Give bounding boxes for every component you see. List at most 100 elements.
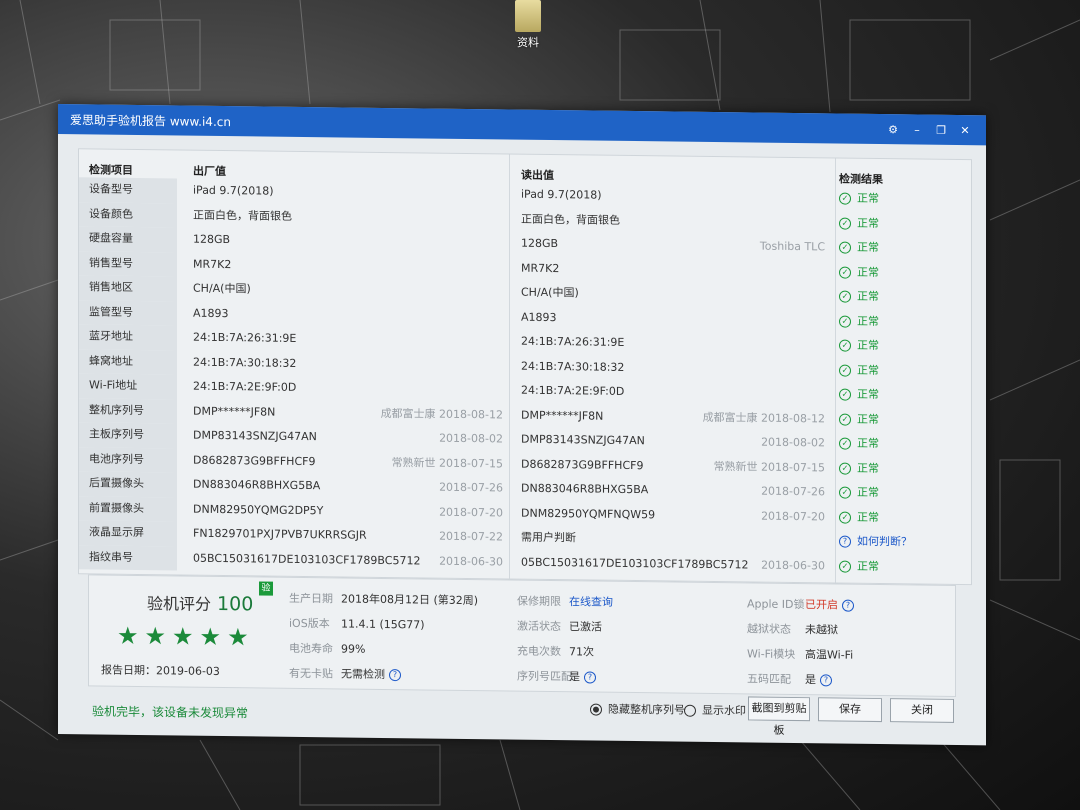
- settings-icon[interactable]: ⚙: [884, 123, 902, 136]
- factory-value: DMP******JF8N: [193, 404, 276, 419]
- result-ok: ✓ 正常: [839, 461, 879, 475]
- score-display: 验机评分 100: [147, 590, 253, 615]
- factory-value: 128GB: [193, 232, 231, 247]
- read-value: D8682873G9BFFHCF9: [521, 457, 644, 472]
- result-text: 正常: [857, 363, 879, 377]
- row-label: 蜂窝地址: [79, 348, 177, 375]
- read-value: 正面白色，背面银色: [521, 212, 620, 227]
- result-text: 正常: [857, 314, 879, 328]
- result-text: 如何判断？: [857, 534, 912, 549]
- summary-panel: 验机评分 100 验 ★★★★★ 报告日期：2019-06-03 生产日期 2018…: [88, 574, 956, 697]
- restore-icon[interactable]: ❐: [932, 123, 950, 136]
- result-cell: ✓ 正常: [839, 187, 879, 211]
- read-extra: 2018-08-02: [761, 435, 825, 450]
- save-button[interactable]: 保存: [818, 697, 882, 723]
- row-label: 监管型号: [79, 299, 177, 326]
- report-window: 爱思助手验机报告 www.i4.cn ⚙ – ❐ ✕ 检测项目 出厂值 读出值 …: [58, 104, 986, 746]
- question-icon[interactable]: ?: [584, 671, 596, 684]
- result-cell: ✓ 正常: [839, 407, 879, 431]
- info-value: 11.4.1 (15G77): [341, 617, 425, 632]
- read-value: DMP******JF8N: [521, 408, 604, 423]
- info-item: 充电次数 71次: [517, 643, 594, 660]
- result-cell: ✓ 正常: [839, 334, 879, 358]
- result-cell: ✓ 正常: [839, 505, 879, 529]
- score-value: 100: [217, 592, 254, 616]
- factory-extra: [379, 181, 503, 183]
- result-text: 正常: [857, 485, 879, 500]
- info-key: 激活状态: [517, 619, 561, 634]
- read-extra: 成都富士康 2018-08-12: [702, 410, 825, 425]
- info-value: 是: [805, 673, 816, 687]
- check-circle-icon: ✓: [839, 462, 851, 475]
- factory-value: DN883046R8BHXG5BA: [193, 477, 321, 493]
- row-label: 设备颜色: [79, 201, 177, 228]
- question-icon[interactable]: ?: [820, 674, 832, 687]
- verified-badge: 验: [259, 581, 273, 596]
- row-label: 前置摄像头: [79, 495, 177, 522]
- check-circle-icon: ✓: [839, 241, 851, 254]
- info-value[interactable]: 在线查询: [569, 595, 613, 609]
- show-watermark-label: 显示水印: [702, 703, 746, 718]
- minimize-icon[interactable]: –: [908, 123, 926, 136]
- check-circle-icon: ✓: [839, 217, 851, 230]
- factory-value: CH/A(中国): [193, 281, 251, 296]
- header-result: 检测结果: [839, 172, 883, 187]
- check-circle-icon: ✓: [839, 413, 851, 426]
- read-value: 128GB: [521, 236, 559, 251]
- screenshot-button[interactable]: 截图到剪贴板: [748, 696, 810, 737]
- factory-extra: 2018-08-02: [439, 431, 503, 446]
- hide-serial-option[interactable]: 隐藏整机序列号: [590, 700, 685, 717]
- row-label: 主板序列号: [79, 422, 177, 448]
- factory-value: DNM82950YQMG2DP5Y: [193, 502, 324, 517]
- close-icon[interactable]: ✕: [956, 123, 974, 137]
- read-value: MR7K2: [521, 261, 560, 275]
- radio-unchecked-icon: [684, 704, 696, 717]
- result-ok: ✓ 正常: [839, 559, 879, 573]
- row-label: 硬盘容量: [79, 226, 177, 252]
- row-label: 蓝牙地址: [79, 324, 177, 350]
- read-value: DMP83143SNZJG47AN: [521, 432, 645, 448]
- result-text: 正常: [857, 216, 879, 230]
- read-extra: Toshiba TLC: [759, 239, 825, 254]
- desktop-folder[interactable]: 资料: [508, 0, 548, 50]
- check-circle-icon: ✓: [839, 315, 851, 328]
- row-label: 指纹串号: [79, 544, 177, 571]
- check-circle-icon: ✓: [839, 192, 851, 205]
- score-label: 验机评分: [147, 594, 212, 614]
- factory-value: 24:1B:7A:30:18:32: [193, 355, 297, 370]
- info-item: 生产日期 2018年08月12日 (第32周): [289, 590, 478, 608]
- question-icon[interactable]: ?: [842, 599, 854, 612]
- radio-checked-icon: [590, 703, 602, 716]
- result-ok: ✓ 正常: [839, 363, 879, 377]
- check-circle-icon: ✓: [839, 486, 851, 499]
- info-key: 序列号匹配: [517, 669, 572, 684]
- show-watermark-option[interactable]: 显示水印: [684, 702, 746, 719]
- result-text: 正常: [857, 191, 879, 206]
- row-label: Wi-Fi地址: [79, 373, 177, 399]
- result-text: 正常: [857, 412, 879, 426]
- close-button[interactable]: 关闭: [890, 698, 954, 723]
- info-item: 保修期限 在线查询: [517, 593, 613, 610]
- info-item: 激活状态 已激活: [517, 618, 602, 635]
- check-circle-icon: ✓: [839, 511, 851, 524]
- result-text: 正常: [857, 338, 879, 353]
- read-extra: 2018-06-30: [761, 558, 825, 572]
- read-value: iPad 9.7(2018): [521, 187, 602, 202]
- help-link[interactable]: ? 如何判断？: [839, 534, 912, 549]
- check-table: 检测项目 出厂值 读出值 检测结果 设备型号 iPad 9.7(2018) iP…: [78, 148, 972, 586]
- check-circle-icon: ✓: [839, 560, 851, 573]
- factory-extra: 常熟新世 2018-07-15: [391, 455, 503, 470]
- result-ok: ✓ 正常: [839, 486, 879, 499]
- question-icon[interactable]: ?: [389, 669, 401, 682]
- info-item: 序列号匹配是?: [517, 668, 596, 685]
- factory-value: D8682873G9BFFHCF9: [193, 453, 316, 468]
- row-label: 销售地区: [79, 275, 177, 301]
- row-label: 设备型号: [79, 177, 177, 203]
- read-value: 需用户判断: [521, 530, 576, 545]
- result-cell: ✓ 正常: [839, 358, 879, 382]
- info-value: 已激活: [569, 620, 602, 634]
- read-value: DN883046R8BHXG5BA: [521, 481, 649, 497]
- info-key: 电池寿命: [289, 641, 333, 656]
- info-item: 电池寿命 99%: [289, 640, 365, 657]
- factory-value: MR7K2: [193, 257, 232, 271]
